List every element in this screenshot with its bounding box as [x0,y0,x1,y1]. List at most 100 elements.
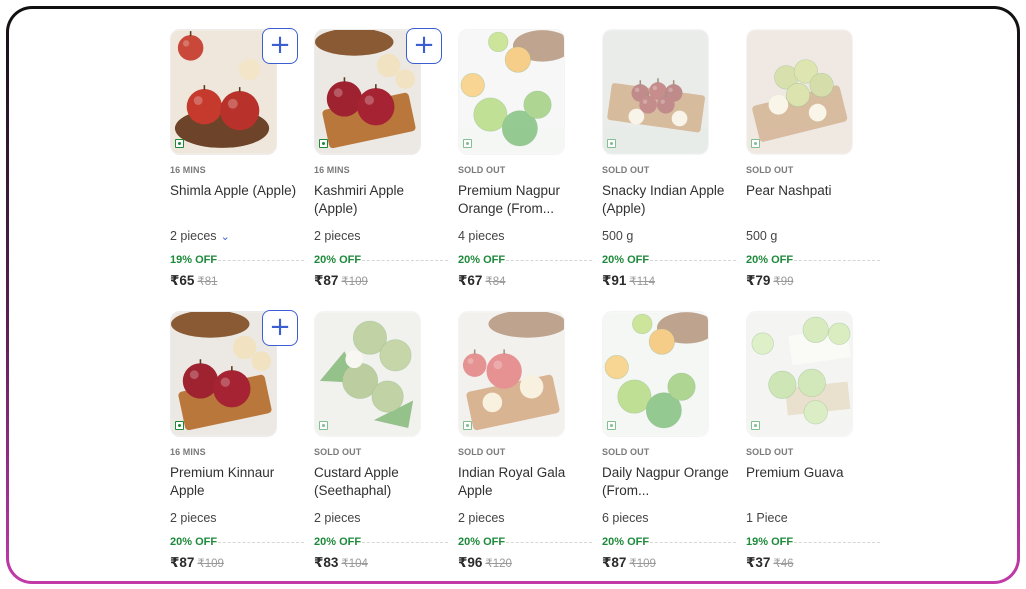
plus-icon: + [413,30,435,60]
veg-mark-icon [607,139,616,148]
plus-icon: + [269,30,291,60]
quantity-label: 500 g [746,229,778,243]
product-card[interactable]: +16 MINS Premium Kinnaur Apple 2 pieces … [166,307,310,581]
product-card[interactable]: SOLD OUT Premium Nagpur Orange (From... … [454,25,598,307]
veg-mark-icon [175,421,184,430]
selling-price: ₹87 [170,555,195,570]
divider [794,542,880,543]
add-to-cart-button[interactable]: + [262,28,298,64]
product-image[interactable] [314,29,421,155]
product-image[interactable] [602,29,709,155]
selling-price: ₹87 [314,273,339,288]
selling-price: ₹83 [314,555,339,570]
product-name[interactable]: Custard Apple (Seethaphal) [314,464,450,502]
add-to-cart-button[interactable]: + [262,310,298,346]
discount-label: 19% OFF [746,536,794,548]
chevron-down-icon[interactable]: ⌄ [221,230,230,243]
price-row: ₹96 ₹120 [458,555,512,571]
divider [506,542,592,543]
quantity-selector: 500 g [746,229,777,243]
product-card[interactable]: SOLD OUT Premium Guava 1 Piece 19% OFF ₹… [742,307,886,581]
add-to-cart-button[interactable]: + [406,28,442,64]
veg-mark-icon [463,421,472,430]
selling-price: ₹79 [746,273,771,288]
product-name[interactable]: Daily Nagpur Orange (From... [602,464,738,502]
product-name[interactable]: Kashmiri Apple (Apple) [314,182,450,220]
product-name[interactable]: Snacky Indian Apple (Apple) [602,182,738,220]
product-name[interactable]: Pear Nashpati [746,182,882,220]
selling-price: ₹87 [602,555,627,570]
discount-label: 20% OFF [602,536,650,548]
veg-mark-icon [175,139,184,148]
delivery-badge: SOLD OUT [746,447,794,457]
selling-price: ₹67 [458,273,483,288]
quantity-label: 4 pieces [458,229,505,243]
veg-mark-icon [751,421,760,430]
product-card[interactable]: SOLD OUT Indian Royal Gala Apple 2 piece… [454,307,598,581]
price-row: ₹65 ₹81 [170,273,218,289]
discount-label: 20% OFF [314,536,362,548]
delivery-badge: SOLD OUT [314,447,362,457]
original-price: ₹104 [341,558,368,570]
divider [362,260,448,261]
product-image[interactable] [602,311,709,437]
quantity-label: 6 pieces [602,511,649,525]
price-row: ₹83 ₹104 [314,555,368,571]
product-card[interactable]: SOLD OUT Custard Apple (Seethaphal) 2 pi… [310,307,454,581]
quantity-label: 2 pieces [314,511,361,525]
selling-price: ₹91 [602,273,627,288]
product-name[interactable]: Shimla Apple (Apple) [170,182,306,220]
veg-mark-icon [319,139,328,148]
product-name[interactable]: Indian Royal Gala Apple [458,464,594,502]
product-image[interactable] [458,311,565,437]
original-price: ₹99 [773,276,794,288]
product-card[interactable]: +16 MINS Kashmiri Apple (Apple) 2 pieces… [310,25,454,307]
product-card[interactable]: +16 MINS Shimla Apple (Apple) 2 pieces ⌄… [166,25,310,307]
quantity-selector: 2 pieces [314,229,361,243]
divider [506,260,592,261]
original-price: ₹114 [629,276,656,288]
divider [650,542,736,543]
original-price: ₹109 [629,558,656,570]
quantity-label: 2 pieces [170,229,217,243]
product-grid: +16 MINS Shimla Apple (Apple) 2 pieces ⌄… [166,25,886,581]
delivery-badge: SOLD OUT [746,165,794,175]
discount-label: 20% OFF [314,254,362,266]
delivery-badge: SOLD OUT [602,165,650,175]
price-row: ₹37 ₹46 [746,555,794,571]
product-image[interactable] [170,311,277,437]
original-price: ₹109 [197,558,224,570]
quantity-selector: 4 pieces [458,229,505,243]
delivery-badge: 16 MINS [170,447,206,457]
product-card[interactable]: SOLD OUT Snacky Indian Apple (Apple) 500… [598,25,742,307]
discount-label: 20% OFF [170,536,218,548]
quantity-selector: 2 pieces [314,511,361,525]
divider [218,542,304,543]
veg-mark-icon [751,139,760,148]
quantity-selector[interactable]: 2 pieces ⌄ [170,229,230,243]
delivery-badge: SOLD OUT [602,447,650,457]
page-frame: +16 MINS Shimla Apple (Apple) 2 pieces ⌄… [6,6,1020,584]
product-image[interactable] [170,29,277,155]
product-image[interactable] [458,29,565,155]
product-image[interactable] [746,29,853,155]
product-card[interactable]: SOLD OUT Pear Nashpati 500 g 20% OFF ₹79… [742,25,886,307]
product-image[interactable] [746,311,853,437]
quantity-label: 2 pieces [314,229,361,243]
veg-mark-icon [607,421,616,430]
price-row: ₹87 ₹109 [602,555,656,571]
price-row: ₹67 ₹84 [458,273,506,289]
product-image[interactable] [314,311,421,437]
product-name[interactable]: Premium Kinnaur Apple [170,464,306,502]
product-name[interactable]: Premium Nagpur Orange (From... [458,182,594,220]
discount-label: 19% OFF [170,254,218,266]
discount-label: 20% OFF [602,254,650,266]
veg-mark-icon [319,421,328,430]
product-name[interactable]: Premium Guava [746,464,882,502]
divider [794,260,880,261]
quantity-label: 2 pieces [458,511,505,525]
product-card[interactable]: SOLD OUT Daily Nagpur Orange (From... 6 … [598,307,742,581]
price-row: ₹87 ₹109 [314,273,368,289]
quantity-selector: 6 pieces [602,511,649,525]
divider [362,542,448,543]
